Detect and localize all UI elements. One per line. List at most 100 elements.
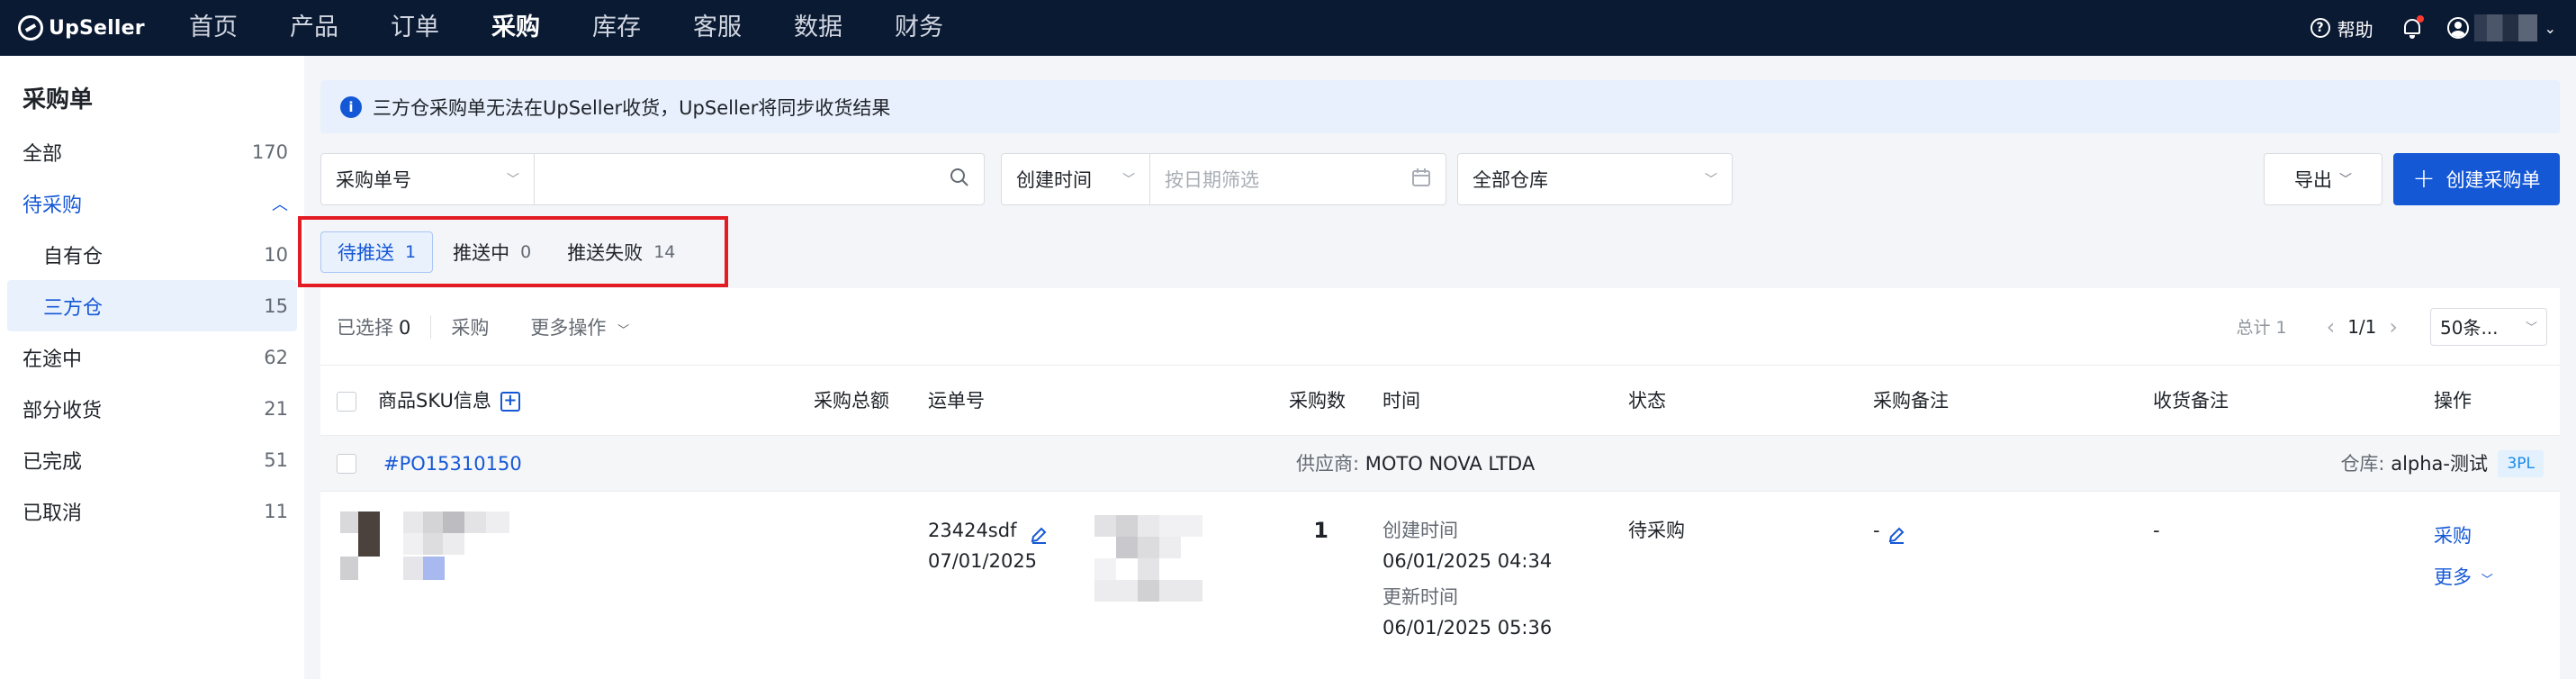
select-all-checkbox[interactable] [337,392,356,412]
purchase-note-value: - [1873,520,1880,541]
more-actions-dropdown[interactable]: 更多 ﹀ [2434,557,2493,602]
create-label: 创建采购单 [2445,169,2541,191]
page-size-select[interactable]: 50条... ﹀ [2430,307,2547,346]
highlight-box [298,216,728,287]
created-label: 创建时间 [1383,520,1458,541]
menu-item-products[interactable]: 产品 [290,0,338,56]
header-purchase-note: 采购备注 [1873,390,1949,412]
purchase-order-number-link[interactable]: #PO15310150 [383,436,522,492]
notice-text: 三方仓采购单无法在UpSeller收货，UpSeller将同步收货结果 [373,96,891,119]
menu-item-purchase[interactable]: 采购 [491,0,540,56]
user-menu[interactable]: ⌄ [2446,14,2556,41]
updated-time: 06/01/2025 05:36 [1383,617,1553,638]
brand-logo[interactable]: UpSeller [18,15,189,41]
export-button[interactable]: 导出 ﹀ [2264,153,2382,205]
date-range-input[interactable]: 按日期筛选 [1149,153,1446,205]
menu-item-data[interactable]: 数据 [794,0,842,56]
chevron-up-icon: ︿ [272,195,288,214]
filter-bar: 采购单号 ﹀ 创建时间 ﹀ 按日期筛选 全部仓库 ﹀ 导出 ﹀ + 创建采购单 [320,153,2560,205]
menu-item-finance[interactable]: 财务 [895,0,943,56]
status-value: 待采购 [1628,520,1685,541]
purchase-note-cell: - [1873,515,1905,546]
sidebar-item-label: 自有仓 [43,245,104,268]
chevron-down-icon: ⌄ [2544,19,2556,37]
sidebar-item-count: 10 [264,243,288,266]
updated-label: 更新时间 [1383,586,1458,608]
sidebar-title: 采购单 [23,86,94,113]
menu-item-customer-service[interactable]: 客服 [693,0,742,56]
product-image-redacted [340,512,538,582]
sidebar-item-third-party-warehouse[interactable]: 三方仓 15 [7,280,297,331]
bulk-purchase-button[interactable]: 采购 [451,313,489,340]
notification-bell-icon[interactable] [2402,15,2424,39]
sidebar-item-all[interactable]: 全部 170 [0,126,304,177]
header-sku: 商品SKU信息 + [378,366,520,436]
chevron-down-icon: ﹀ [1705,173,1717,187]
more-operations-dropdown[interactable]: 更多操作 ﹀ [530,313,629,340]
warehouse-info: 仓库: alpha-测试 [2340,453,2488,475]
row-checkbox[interactable] [337,454,356,474]
chevron-down-icon: ﹀ [617,323,630,338]
order-group-row: #PO15310150 供应商: MOTO NOVA LTDA 仓库: alph… [320,436,2560,492]
chevron-down-icon: ﹀ [2481,574,2493,587]
sidebar-item-own-warehouse[interactable]: 自有仓 10 [0,229,304,280]
supplier-name: MOTO NOVA LTDA [1365,453,1536,475]
help-label: 帮助 [2337,18,2373,41]
warehouse-value: 全部仓库 [1473,169,1548,191]
brand-name: UpSeller [49,16,145,40]
menu-item-inventory[interactable]: 库存 [592,0,641,56]
search-type-select[interactable]: 采购单号 ﹀ [320,153,535,205]
help-link[interactable]: ? 帮助 [2310,15,2373,41]
supplier-info: 供应商: MOTO NOVA LTDA [1296,453,1536,475]
sidebar-item-cancelled[interactable]: 已取消 11 [0,485,304,537]
table-row: 23424sdf 07/01/2025 1 创建时间 06/01/2025 04… [320,492,2560,679]
search-input[interactable] [534,153,985,205]
table-header: 商品SKU信息 + 采购总额 运单号 采购数 时间 状态 采购备注 收货备注 操作 [320,366,2560,436]
sidebar-item-pending-purchase[interactable]: 待采购 ︿ [0,177,304,229]
sidebar-item-partially-received[interactable]: 部分收货 21 [0,383,304,434]
sidebar-item-label: 三方仓 [43,296,104,320]
tracking-date: 07/01/2025 [928,550,1038,572]
edit-note-icon[interactable] [1887,522,1905,544]
purchase-order-table-panel: 已选择 0 采购 更多操作 ﹀ 总计 1 ‹ 1/1 › 50条... ﹀ 商品… [320,288,2560,679]
header-action: 操作 [2434,390,2472,412]
sidebar-item-label: 已取消 [23,502,83,525]
chevron-down-icon: ﹀ [2525,321,2537,335]
tracking-cell: 23424sdf 07/01/2025 [928,515,1048,576]
create-purchase-order-button[interactable]: + 创建采购单 [2393,153,2560,205]
sidebar-item-in-transit[interactable]: 在途中 62 [0,331,304,383]
menu-item-orders[interactable]: 订单 [391,0,439,56]
edit-pencil-icon[interactable] [1030,522,1048,544]
next-page-icon[interactable]: › [2389,314,2398,340]
sidebar-item-count: 11 [264,500,288,522]
divider [430,314,432,339]
warehouse-select[interactable]: 全部仓库 ﹀ [1457,153,1733,205]
sidebar-item-completed[interactable]: 已完成 51 [0,434,304,485]
info-notice: i 三方仓采购单无法在UpSeller收货，UpSeller将同步收货结果 [320,80,2560,133]
amount-redacted [1094,515,1202,602]
info-icon: i [340,95,362,118]
search-icon[interactable] [950,167,969,191]
sidebar-item-count: 21 [264,397,288,420]
sidebar-item-label: 全部 [23,142,63,166]
time-type-select[interactable]: 创建时间 ﹀ [1001,153,1150,205]
header-qty: 采购数 [1289,390,1346,412]
search-type-value: 采购单号 [336,169,411,191]
sidebar-item-label: 待采购 [23,194,83,217]
header-amount: 采购总额 [814,390,889,412]
prev-page-icon[interactable]: ‹ [2327,314,2336,340]
page-indicator: 1/1 [2347,315,2377,338]
notification-dot [2416,15,2424,23]
sidebar: 采购单 全部 170 待采购 ︿ 自有仓 10 三方仓 15 在途中 62 部分… [0,56,304,679]
tracking-number: 23424sdf [928,520,1017,541]
plus-icon: + [2412,163,2436,195]
add-column-icon[interactable]: + [500,392,520,412]
purchase-action-link[interactable]: 采购 [2434,515,2493,557]
chevron-down-icon: ﹀ [1122,173,1135,187]
header-time: 时间 [1383,390,1420,412]
chevron-down-icon: ﹀ [507,173,519,187]
menu-item-home[interactable]: 首页 [189,0,238,56]
warehouse-name: alpha-测试 [2391,453,2488,475]
action-cell: 采购 更多 ﹀ [2434,515,2493,602]
top-nav-bar: UpSeller 首页 产品 订单 采购 库存 客服 数据 财务 ? 帮助 ⌄ [0,0,2576,56]
